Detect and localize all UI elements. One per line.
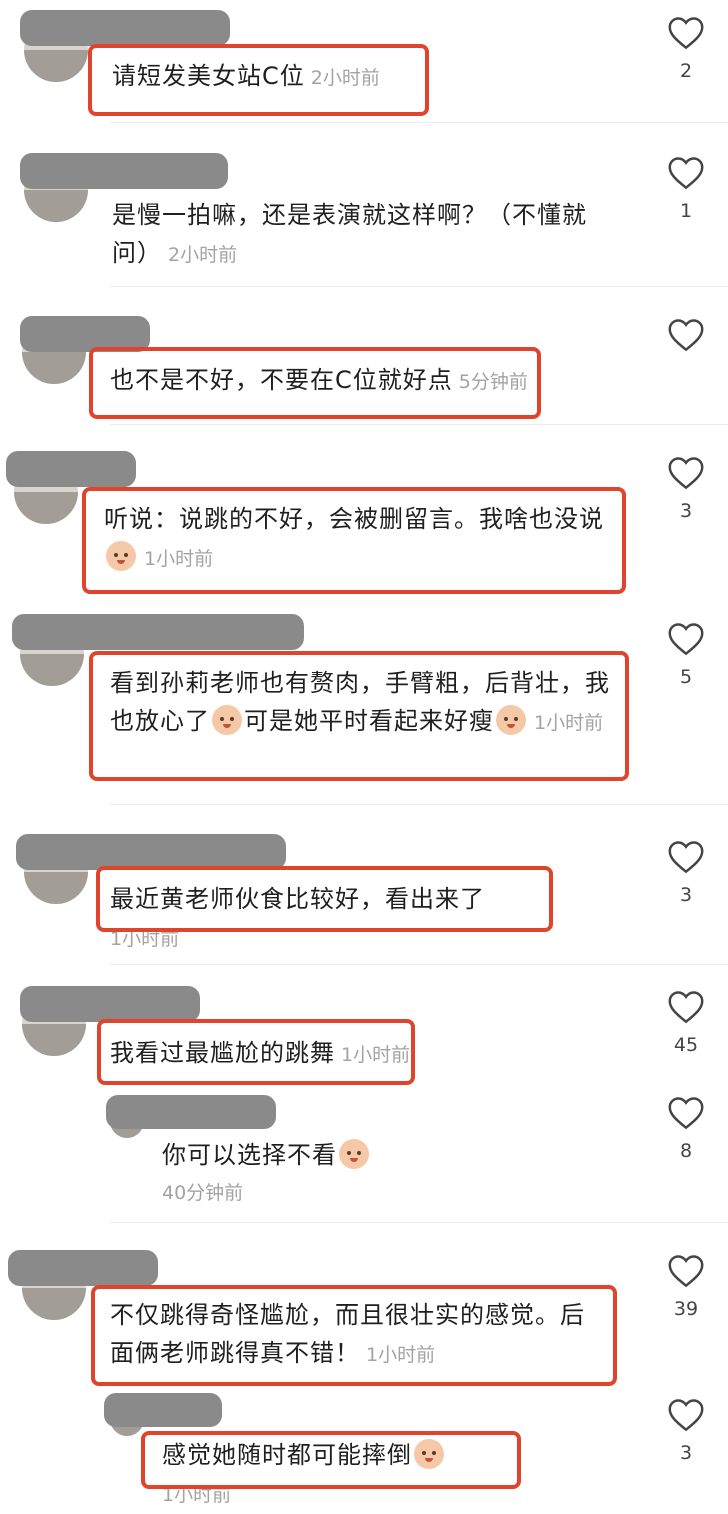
- comment-text: 是慢一拍嘛，还是表演就这样啊？（不懂就问） 2小时前: [112, 196, 617, 274]
- like-count: 5: [679, 666, 693, 688]
- like-button[interactable]: 3: [666, 456, 706, 522]
- heart-outline-icon: [668, 991, 704, 1024]
- username-redacted[interactable]: [6, 451, 136, 487]
- comment-time: 2小时前: [168, 244, 238, 266]
- like-button[interactable]: 8: [666, 1096, 706, 1162]
- reply-body: 你可以选择不看: [162, 1141, 337, 1169]
- username-redacted[interactable]: [104, 1393, 222, 1427]
- heart-outline-icon: [668, 157, 704, 190]
- username-redacted[interactable]: [12, 614, 304, 650]
- like-count: 2: [679, 60, 693, 82]
- like-count: 39: [673, 1298, 699, 1320]
- username-redacted[interactable]: [20, 153, 228, 189]
- heart-outline-icon: [668, 1097, 704, 1130]
- like-button[interactable]: [666, 318, 706, 362]
- heart-outline-icon: [668, 623, 704, 656]
- highlight-box: [141, 1431, 521, 1489]
- heart-outline-icon: [668, 457, 704, 490]
- divider: [110, 286, 728, 287]
- like-button[interactable]: 39: [666, 1254, 706, 1320]
- reply-text: 40分钟前: [162, 1172, 243, 1212]
- like-count: 3: [679, 500, 693, 522]
- divider: [110, 1222, 728, 1223]
- username-redacted[interactable]: [106, 1095, 276, 1129]
- heart-outline-icon: [668, 1399, 704, 1432]
- like-count: 3: [679, 1442, 693, 1464]
- like-count: 8: [679, 1140, 693, 1162]
- highlight-box: [96, 866, 553, 932]
- heart-outline-icon: [668, 319, 704, 352]
- like-count: 1: [679, 200, 693, 222]
- like-count: 3: [679, 884, 693, 906]
- username-redacted[interactable]: [8, 1250, 158, 1286]
- highlight-box: [91, 1285, 617, 1386]
- divider: [110, 964, 728, 965]
- divider: [110, 424, 728, 425]
- divider: [110, 804, 728, 805]
- heart-outline-icon: [668, 17, 704, 50]
- username-redacted[interactable]: [20, 986, 200, 1022]
- like-button[interactable]: 5: [666, 622, 706, 688]
- highlight-box: [82, 487, 626, 594]
- highlight-box: [97, 1019, 415, 1085]
- username-redacted[interactable]: [20, 10, 230, 46]
- divider: [110, 122, 728, 123]
- like-count: 45: [673, 1034, 699, 1056]
- like-button[interactable]: 1: [666, 156, 706, 222]
- comment-time: 40分钟前: [162, 1182, 244, 1204]
- like-button[interactable]: 2: [666, 16, 706, 82]
- username-redacted[interactable]: [16, 834, 286, 870]
- reply-text: 你可以选择不看: [162, 1136, 602, 1174]
- heart-outline-icon: [668, 841, 704, 874]
- like-button[interactable]: 45: [666, 990, 706, 1056]
- heart-outline-icon: [668, 1255, 704, 1288]
- highlight-box: [88, 44, 429, 116]
- like-button[interactable]: 3: [666, 840, 706, 906]
- highlight-box: [89, 651, 629, 781]
- highlight-box: [89, 347, 541, 419]
- like-button[interactable]: 3: [666, 1398, 706, 1464]
- emoji-face-icon: [339, 1139, 369, 1169]
